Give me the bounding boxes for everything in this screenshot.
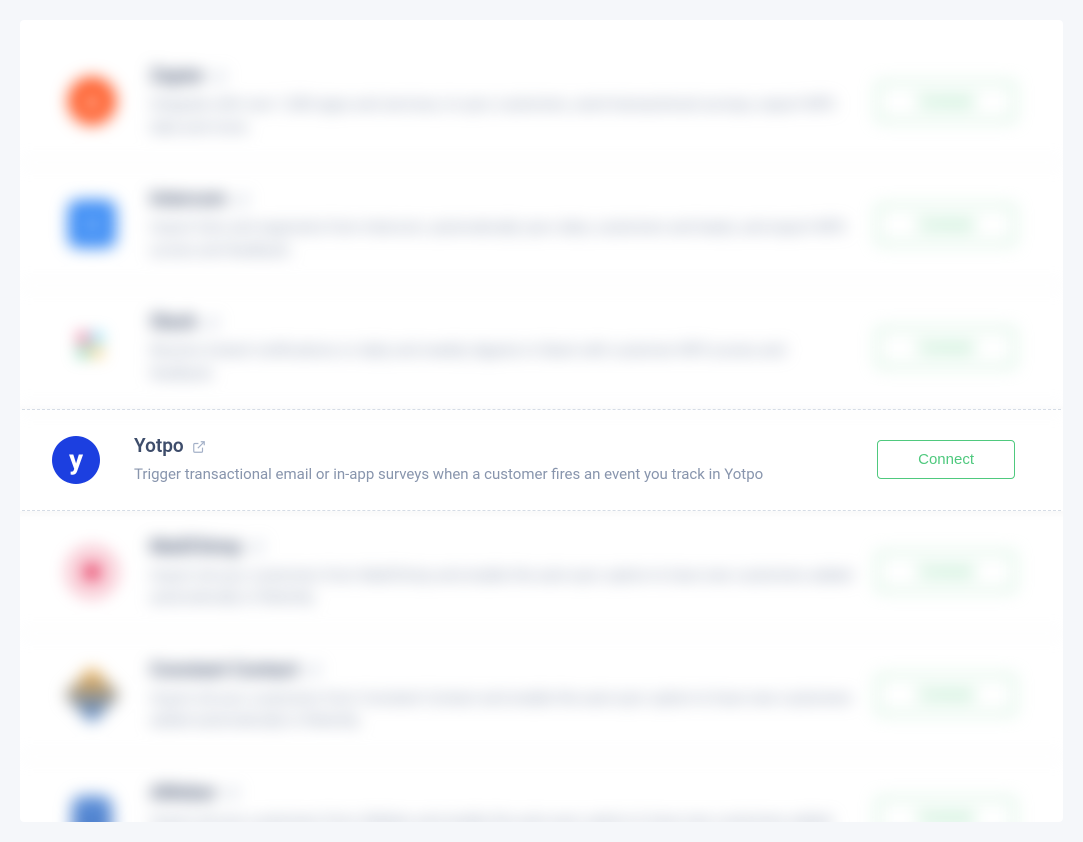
connect-button[interactable]: Connect — [877, 82, 1015, 121]
integration-title[interactable]: Intercom — [150, 187, 227, 210]
integration-description: Import all your customers from Constant … — [150, 687, 853, 732]
external-link-icon[interactable] — [225, 785, 239, 799]
yotpo-icon: y — [52, 436, 100, 484]
integration-row-mailchimp: MailChimp Import all your customers from… — [20, 511, 1063, 634]
external-link-icon[interactable] — [250, 539, 264, 553]
integration-description: Import all your customers from AWeber an… — [150, 810, 853, 823]
integration-row-aweber: AWeber Import all your customers from AW… — [20, 757, 1063, 823]
integration-description: Import all your customers from MailChimp… — [150, 564, 853, 609]
integration-title[interactable]: Zapier — [150, 64, 204, 87]
connect-button[interactable]: Connect — [877, 205, 1015, 244]
integration-row-intercom: Intercom Import lists and segments from … — [20, 163, 1063, 286]
connect-button[interactable]: Connect — [877, 675, 1015, 714]
external-link-icon[interactable] — [235, 192, 249, 206]
connect-button[interactable]: Connect — [877, 440, 1015, 479]
integration-title[interactable]: AWeber — [150, 781, 217, 804]
integration-row-yotpo: y Yotpo Trigger transactional email or i… — [20, 409, 1063, 511]
integrations-list: Zapier Integrate with over 1,500 apps an… — [20, 20, 1063, 822]
integration-row-slack: Slack Receive instant notifications or d… — [20, 286, 1063, 409]
integration-description: Import lists and segments from Intercom,… — [150, 216, 853, 261]
aweber-icon — [68, 794, 116, 823]
integration-row-constantcontact: Constant Contact Import all your custome… — [20, 634, 1063, 757]
integration-title[interactable]: Yotpo — [134, 434, 184, 457]
integration-title[interactable]: Slack — [150, 310, 197, 333]
intercom-icon — [68, 200, 116, 248]
external-link-icon[interactable] — [307, 662, 321, 676]
integration-title[interactable]: MailChimp — [150, 535, 242, 558]
external-link-icon[interactable] — [205, 315, 219, 329]
integration-title[interactable]: Constant Contact — [150, 658, 299, 681]
constantcontact-icon — [68, 671, 116, 719]
integration-description: Trigger transactional email or in-app su… — [134, 463, 853, 486]
integration-description: Receive instant notifications or daily a… — [150, 339, 853, 384]
slack-icon — [68, 323, 116, 371]
connect-button[interactable]: Connect — [877, 328, 1015, 367]
zapier-icon — [68, 77, 116, 125]
mailchimp-icon — [68, 548, 116, 596]
connect-button[interactable]: Connect — [877, 798, 1015, 822]
external-link-icon[interactable] — [192, 439, 206, 453]
external-link-icon[interactable] — [212, 69, 226, 83]
integration-row-zapier: Zapier Integrate with over 1,500 apps an… — [20, 40, 1063, 163]
connect-button[interactable]: Connect — [877, 552, 1015, 591]
integration-description: Integrate with over 1,500 apps and servi… — [150, 93, 853, 138]
